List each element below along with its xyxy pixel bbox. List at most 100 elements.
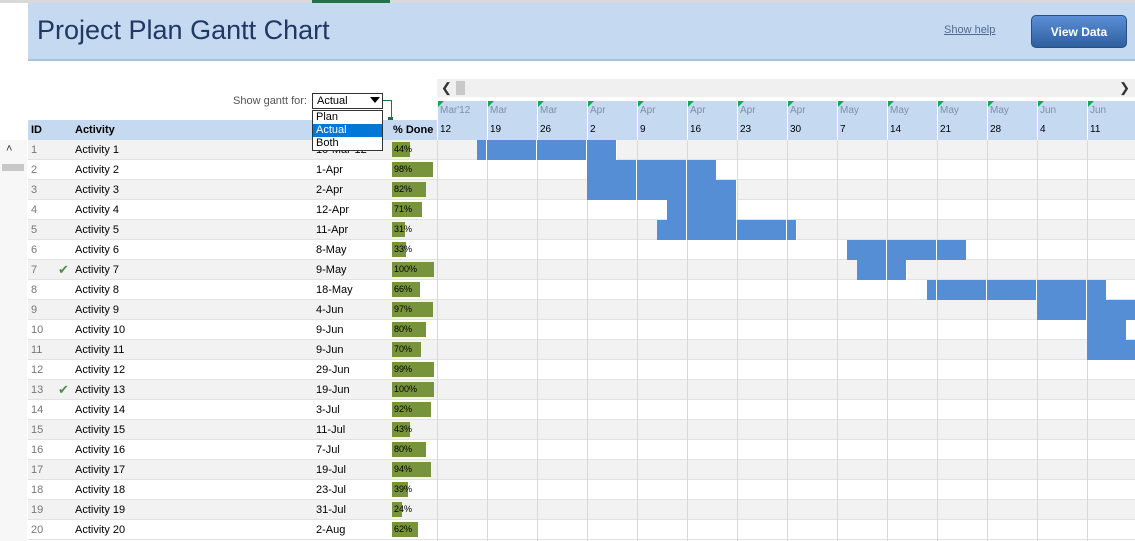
table-row[interactable]: 7 ✔ Activity 7 9-May 100% [28,260,1135,280]
gantt-option-both[interactable]: Both [313,137,382,150]
progress-text: 97% [394,304,413,314]
timeline-week-2: Mar 26 [537,101,587,140]
gantt-bar[interactable] [487,140,537,160]
progress-text: 99% [394,364,413,374]
scroll-left-icon[interactable]: ❮ [441,80,452,96]
task-date: 18-May [316,284,353,296]
vertical-scroll-thumb[interactable] [2,164,24,171]
gantt-bar[interactable] [687,220,737,240]
gantt-bar[interactable] [687,200,737,220]
gantt-bar[interactable] [1037,300,1087,320]
table-row[interactable]: 20 Activity 20 2-Aug 62% [28,520,1135,540]
gantt-bar[interactable] [1037,280,1087,300]
gantt-bar[interactable] [987,280,1037,300]
timeline-day-label: 23 [740,124,752,135]
task-id: 18 [31,484,44,496]
task-activity: Activity 6 [75,244,120,256]
gantt-bar[interactable] [787,220,797,240]
timeline-week-8: May 7 [837,101,887,140]
gantt-bar[interactable] [587,180,637,200]
gantt-bar[interactable] [1087,320,1127,340]
scroll-up-icon[interactable]: ˄ [6,143,12,155]
table-row[interactable]: 5 Activity 5 11-Apr 31% [28,220,1135,240]
task-activity: Activity 18 [75,484,126,496]
task-id: 12 [31,364,44,376]
task-id: 14 [31,404,44,416]
timeline-day-label: 26 [540,124,552,135]
timeline-day-label: 11 [1090,124,1101,135]
gantt-gridline [987,140,988,541]
task-id: 6 [31,244,38,256]
table-row[interactable]: 11 Activity 11 9-Jun 70% [28,340,1135,360]
task-activity: Activity 5 [75,224,120,236]
table-row[interactable]: 16 Activity 16 7-Jul 80% [28,440,1135,460]
timeline-month-label: May [840,105,859,116]
progress-text: 24% [394,504,413,514]
vertical-scrollbar[interactable]: ˄ [0,140,27,541]
task-date: 11-Apr [316,224,349,236]
progress-text: 92% [394,404,413,414]
gantt-option-actual[interactable]: Actual [313,124,382,137]
table-row[interactable]: 4 Activity 4 12-Apr 71% [28,200,1135,220]
gantt-bar[interactable] [687,180,737,200]
table-row[interactable]: 19 Activity 19 31-Jul 24% [28,500,1135,520]
gantt-bar[interactable] [737,220,787,240]
scroll-thumb[interactable] [456,81,465,95]
gantt-bar[interactable] [667,200,687,220]
gantt-bar[interactable] [1087,340,1135,360]
progress-text: 62% [394,524,413,534]
scroll-right-icon[interactable]: ❯ [1119,80,1130,96]
gantt-bar[interactable] [887,260,907,280]
table-row[interactable]: 6 Activity 6 8-May 33% [28,240,1135,260]
gantt-gridline [737,140,738,541]
gantt-bar[interactable] [477,140,487,160]
gantt-bar[interactable] [937,240,967,260]
task-id: 9 [31,304,38,316]
task-id: 11 [31,344,43,356]
task-id: 7 [31,264,38,276]
gantt-bar[interactable] [1087,300,1135,320]
gantt-bar[interactable] [927,280,937,300]
gantt-bar[interactable] [587,140,617,160]
table-row[interactable]: 10 Activity 10 9-Jun 80% [28,320,1135,340]
timeline-month-label: May [940,105,959,116]
table-row[interactable]: 13 ✔ Activity 13 19-Jun 100% [28,380,1135,400]
timeline-month-label: May [990,105,1009,116]
timeline-month-label: Apr [640,105,656,116]
table-row[interactable]: 2 Activity 2 1-Apr 98% [28,160,1135,180]
gantt-bar[interactable] [857,260,887,280]
gantt-bar[interactable] [687,160,717,180]
gantt-bar[interactable] [937,280,987,300]
gantt-bar[interactable] [887,240,937,260]
gantt-mode-dropdown[interactable]: Actual [312,93,383,109]
task-date: 19-Jul [316,464,346,476]
gantt-gridline [537,140,538,541]
task-date: 9-May [316,264,347,276]
table-row[interactable]: 14 Activity 14 3-Jul 92% [28,400,1135,420]
table-row[interactable]: 15 Activity 15 11-Jul 43% [28,420,1135,440]
table-row[interactable]: 3 Activity 3 2-Apr 82% [28,180,1135,200]
show-help-link[interactable]: Show help [944,24,995,36]
view-data-button[interactable]: View Data [1031,15,1127,48]
gantt-bar[interactable] [847,240,887,260]
timeline-week-11: May 28 [987,101,1037,140]
gantt-option-plan[interactable]: Plan [313,111,382,124]
gantt-bar[interactable] [637,160,687,180]
timeline-week-6: Apr 23 [737,101,787,140]
timeline-scrollbar[interactable]: ❮ ❯ [437,79,1135,97]
gantt-bar[interactable] [657,220,687,240]
timeline-month-label: Jun [1040,105,1057,116]
task-activity: Activity 12 [75,364,126,376]
gantt-bar[interactable] [1087,280,1107,300]
table-row[interactable]: 12 Activity 12 29-Jun 99% [28,360,1135,380]
gantt-bar[interactable] [537,140,587,160]
task-id: 13 [31,384,44,396]
chevron-down-icon[interactable] [370,97,380,103]
gantt-bar[interactable] [587,160,637,180]
table-row[interactable]: 18 Activity 18 23-Jul 39% [28,480,1135,500]
task-id: 15 [31,424,44,436]
gantt-bar[interactable] [637,180,687,200]
table-row[interactable]: 17 Activity 17 19-Jul 94% [28,460,1135,480]
table-row[interactable]: 9 Activity 9 4-Jun 97% [28,300,1135,320]
timeline-day-label: 19 [490,124,502,135]
